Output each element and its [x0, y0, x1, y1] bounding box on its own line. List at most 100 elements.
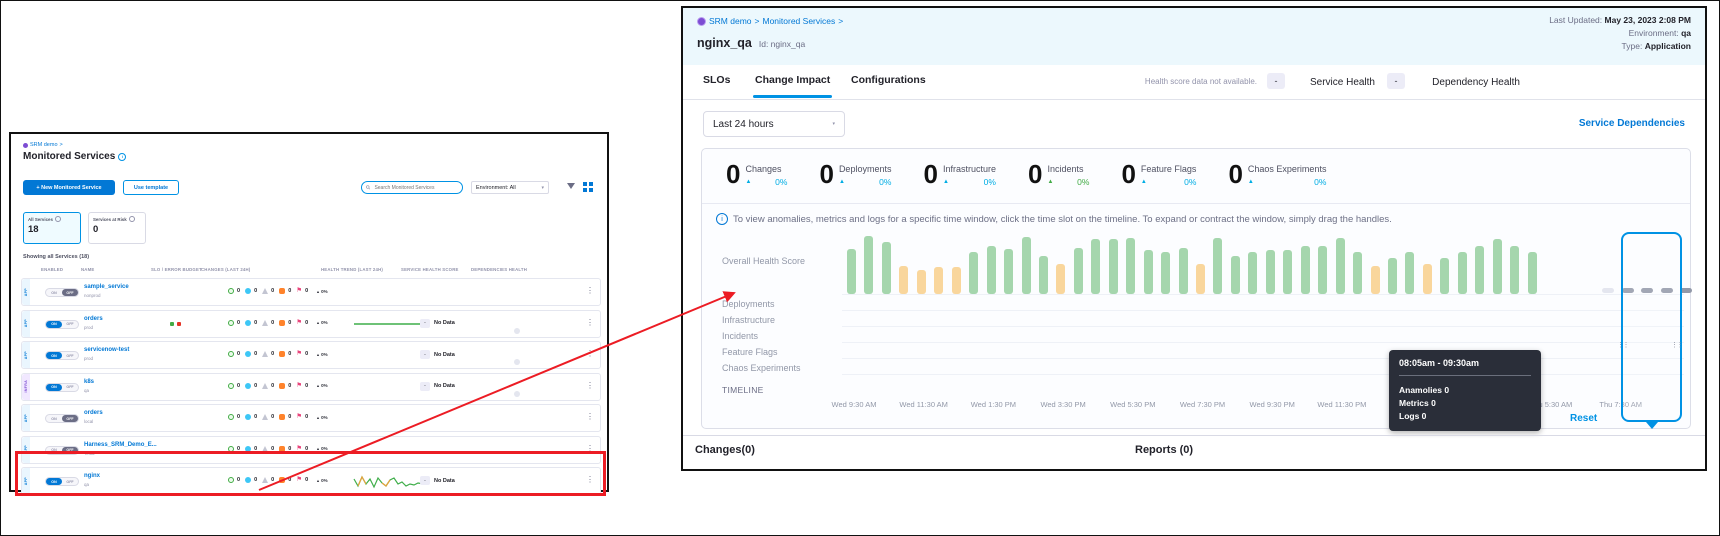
- tab-configurations[interactable]: Configurations: [851, 74, 926, 86]
- health-score-bar[interactable]: [882, 242, 891, 294]
- health-score-bar[interactable]: [1004, 249, 1013, 294]
- row-menu-icon[interactable]: ⋮: [586, 286, 594, 295]
- row-menu-icon[interactable]: ⋮: [586, 349, 594, 358]
- drag-handle-right-icon[interactable]: ⋮⋮: [1671, 342, 1682, 349]
- health-score-bar[interactable]: [934, 267, 943, 294]
- service-name-link[interactable]: orders: [84, 316, 103, 322]
- health-score-bar[interactable]: [969, 252, 978, 294]
- enable-toggle[interactable]: ONOFF: [45, 320, 79, 329]
- chart-row-label: Infrastructure: [722, 315, 820, 326]
- enable-toggle[interactable]: ONOFF: [45, 288, 79, 297]
- service-row-servicenow-test[interactable]: APPONOFFservicenow-testprod0000⚑0▲ 0%-No…: [21, 341, 601, 369]
- service-row-k8s[interactable]: INFRAONOFFk8sqa0000⚑0▲ 0%-No Data⋮: [21, 373, 601, 401]
- health-score-bar[interactable]: [1528, 252, 1537, 294]
- health-score-bar[interactable]: [1213, 238, 1222, 294]
- health-score-bar[interactable]: [1196, 264, 1205, 294]
- breadcrumb-monitored-services[interactable]: Monitored Services: [762, 16, 835, 26]
- health-score-bar[interactable]: [899, 266, 908, 294]
- health-score-bar[interactable]: [1510, 246, 1519, 294]
- health-score-bar[interactable]: [1336, 238, 1345, 294]
- tab-slos[interactable]: SLOs: [703, 74, 730, 86]
- tab-change-impact[interactable]: Change Impact: [755, 74, 830, 86]
- service-row-orders[interactable]: APPONOFFordersprod0000⚑0▲ 0%-No Data⋮: [21, 310, 601, 338]
- health-score-bar[interactable]: [1179, 248, 1188, 294]
- column-header: SLO / ERROR BUDGET: [151, 267, 202, 272]
- time-axis-label: Wed 9:30 AM: [832, 400, 877, 409]
- service-name-link[interactable]: sample_service: [84, 284, 129, 290]
- enable-toggle[interactable]: ONOFF: [45, 414, 79, 423]
- health-score-bar[interactable]: [1161, 252, 1170, 294]
- health-score-bar[interactable]: [917, 270, 926, 294]
- enable-toggle[interactable]: ONOFF: [45, 351, 79, 360]
- service-name-link[interactable]: servicenow-test: [84, 347, 129, 353]
- health-score-bar[interactable]: [1091, 239, 1100, 294]
- service-name-link[interactable]: orders: [84, 410, 103, 416]
- health-score-bar[interactable]: [1074, 248, 1083, 294]
- breadcrumb[interactable]: SRM demo >: [23, 142, 63, 148]
- service-row-sample-service[interactable]: APPONOFFsample_servicenonprod0000⚑0▲ 0%⋮: [21, 278, 601, 306]
- health-score-bar[interactable]: [1126, 238, 1135, 294]
- filter-icon[interactable]: [567, 183, 575, 189]
- health-trend-cell: [352, 411, 426, 426]
- reset-link[interactable]: Reset: [1570, 413, 1597, 424]
- drag-handle-left-icon[interactable]: ⋮⋮: [1617, 342, 1628, 349]
- gridline: [842, 374, 1684, 375]
- health-score-bar[interactable]: [1318, 246, 1327, 294]
- row-menu-icon[interactable]: ⋮: [586, 381, 594, 390]
- health-score-bar[interactable]: [1371, 266, 1380, 294]
- service-name-link[interactable]: k8s: [84, 379, 94, 385]
- summary-card-all-services[interactable]: All Services18: [23, 212, 81, 244]
- health-score-bar[interactable]: [1248, 252, 1257, 294]
- health-score-bar[interactable]: [1458, 252, 1467, 294]
- health-score-bar[interactable]: [1109, 239, 1118, 294]
- health-score-bar[interactable]: [1231, 256, 1240, 294]
- time-window-selection[interactable]: ⋮⋮ ⋮⋮: [1621, 232, 1682, 422]
- chevron-down-icon: ▾: [541, 185, 544, 191]
- health-score-bar[interactable]: [1353, 252, 1362, 294]
- breadcrumb-srm-demo[interactable]: SRM demo: [30, 142, 58, 148]
- row-menu-icon[interactable]: ⋮: [586, 412, 594, 421]
- breadcrumb[interactable]: SRM demo > Monitored Services >: [697, 16, 843, 26]
- enable-toggle[interactable]: ONOFF: [45, 383, 79, 392]
- health-score-bar[interactable]: [847, 249, 856, 294]
- grid-view-icon[interactable]: [583, 182, 587, 186]
- health-score-bar[interactable]: [1440, 258, 1449, 294]
- new-monitored-service-button[interactable]: + New Monitored Service: [23, 180, 115, 195]
- use-template-button[interactable]: Use template: [123, 180, 179, 195]
- chart-row-label: Chaos Experiments: [722, 363, 820, 374]
- chart-row-label: Overall Health Score: [722, 256, 820, 267]
- breadcrumb-srm-demo[interactable]: SRM demo: [709, 16, 752, 26]
- health-score-bar[interactable]: [1022, 237, 1031, 294]
- search-input[interactable]: [372, 184, 458, 192]
- health-score-bar[interactable]: [1388, 258, 1397, 294]
- health-score-bar[interactable]: [1144, 250, 1153, 294]
- search-box[interactable]: [361, 181, 463, 194]
- health-score-bar[interactable]: [1423, 264, 1432, 294]
- bottom-tab-reports[interactable]: Reports (0): [1135, 444, 1193, 456]
- gridline: [842, 358, 1684, 359]
- row-menu-icon[interactable]: ⋮: [586, 318, 594, 327]
- service-name-link[interactable]: Harness_SRM_Demo_E...: [84, 442, 157, 448]
- health-score-bar[interactable]: [1493, 239, 1502, 294]
- health-score-bar[interactable]: [864, 236, 873, 294]
- deployment-change-icon: [228, 351, 234, 357]
- health-score-bar[interactable]: [952, 267, 961, 294]
- health-score-bar[interactable]: [1266, 250, 1275, 294]
- summary-card-services-at-risk[interactable]: Services at Risk0: [88, 212, 146, 244]
- score-badge: -: [420, 350, 430, 359]
- health-score-bar[interactable]: [1405, 252, 1414, 294]
- bottom-tab-changes[interactable]: Changes(0): [695, 444, 755, 456]
- health-score-bar[interactable]: [1039, 256, 1048, 294]
- chaos-change-icon: ⚑: [296, 383, 302, 389]
- service-row-orders[interactable]: APPONOFForderslocal0000⚑0▲ 0%⋮: [21, 404, 601, 432]
- health-score-bar[interactable]: [1301, 246, 1310, 294]
- slo-ok-dot: [170, 322, 174, 326]
- health-score-bar[interactable]: [1056, 264, 1065, 294]
- health-score-bar[interactable]: [1283, 250, 1292, 294]
- health-score-bar[interactable]: [1475, 246, 1484, 294]
- health-score-bar[interactable]: [987, 246, 996, 294]
- environment-filter[interactable]: Environment: All ▾: [471, 181, 549, 194]
- timeline-label: TIMELINE: [722, 385, 764, 395]
- time-range-select[interactable]: Last 24 hours ▾: [703, 111, 845, 137]
- service-dependencies-link[interactable]: Service Dependencies: [1579, 118, 1685, 129]
